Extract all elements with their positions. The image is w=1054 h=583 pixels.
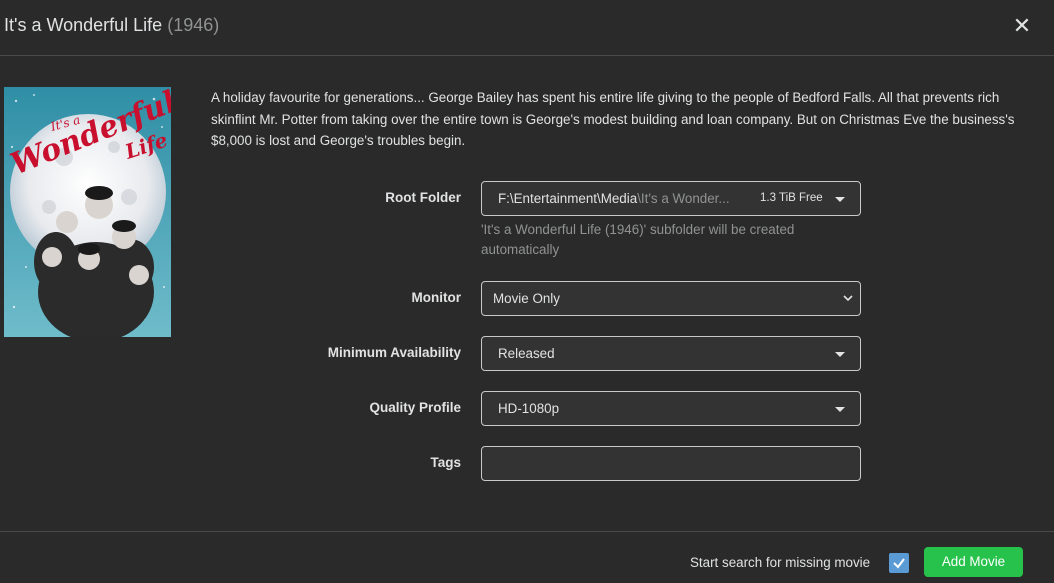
root-folder-select[interactable]: F:\Entertainment\Media\It's a Wonder... … (481, 181, 861, 216)
modal-title: It's a Wonderful Life (1946) (4, 15, 219, 36)
movie-overview: A holiday favourite for generations... G… (211, 90, 1015, 148)
movie-year: (1946) (167, 15, 220, 35)
root-folder-path: F:\Entertainment\Media\It's a Wonder... (498, 191, 753, 206)
close-icon[interactable]: ✕ (1010, 14, 1034, 38)
add-movie-button[interactable]: Add Movie (924, 547, 1023, 577)
tags-label: Tags (430, 455, 461, 470)
root-folder-help: 'It's a Wonderful Life (1946)' subfolder… (481, 222, 795, 257)
movie-poster: It's a Wonderful Life (4, 87, 171, 337)
root-folder-label: Root Folder (385, 190, 461, 205)
movie-title: It's a Wonderful Life (4, 15, 163, 35)
quality-profile-value: HD-1080p (498, 401, 560, 416)
root-folder-base: F:\Entertainment\Media (498, 191, 638, 206)
chevron-down-icon (843, 295, 853, 302)
start-search-checkbox[interactable] (889, 553, 909, 573)
caret-down-icon (835, 352, 845, 357)
monitor-value: Movie Only (493, 291, 560, 306)
modal-header: It's a Wonderful Life (1946) ✕ (0, 0, 1054, 56)
minimum-availability-value: Released (498, 346, 555, 361)
start-search-label: Start search for missing movie (690, 555, 871, 570)
monitor-label: Monitor (411, 290, 462, 305)
minimum-availability-select[interactable]: Released (481, 336, 861, 371)
minimum-availability-label: Minimum Availability (327, 345, 461, 360)
quality-profile-label: Quality Profile (369, 400, 461, 415)
tags-input[interactable] (481, 446, 861, 481)
free-space-badge: 1.3 TiB Free (760, 192, 823, 204)
root-folder-subfolder: \It's a Wonder... (637, 191, 730, 206)
checkmark-icon (893, 558, 905, 569)
quality-profile-select[interactable]: HD-1080p (481, 391, 861, 426)
caret-down-icon (835, 197, 845, 202)
monitor-select[interactable]: Movie Only (481, 281, 861, 316)
caret-down-icon (835, 407, 845, 412)
footer-divider (0, 531, 1054, 532)
